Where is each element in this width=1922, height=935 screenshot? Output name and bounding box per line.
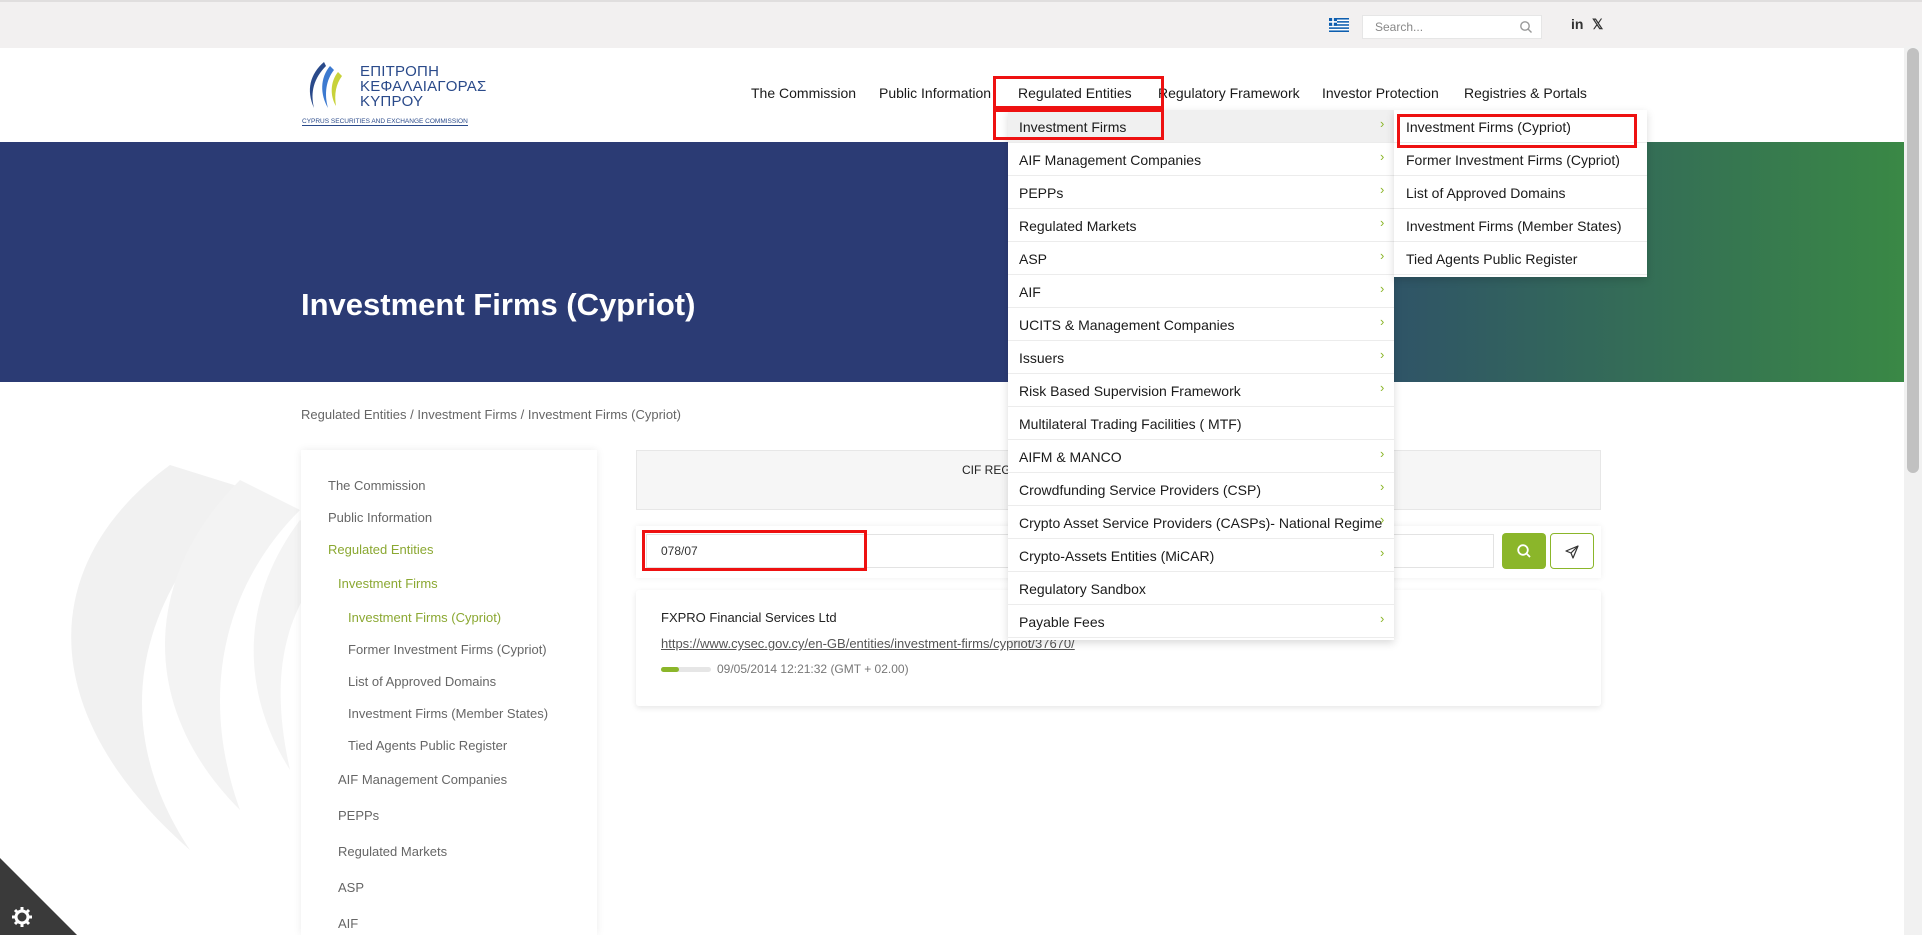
sidebar-item-the-commission[interactable]: The Commission [328, 478, 426, 493]
sidebar-nav: The Commission Public Information Regula… [301, 450, 597, 935]
dropdown-item-risk-based-supervision[interactable]: Risk Based Supervision Framework › [1008, 374, 1394, 407]
cookie-settings-gear-icon[interactable] [0, 858, 77, 935]
breadcrumb[interactable]: Regulated Entities / Investment Firms / … [301, 407, 681, 422]
dropdown-item-payable-fees[interactable]: Payable Fees › [1008, 605, 1394, 638]
send-button[interactable] [1550, 533, 1594, 569]
dropdown-item-asp[interactable]: ASP › [1008, 242, 1394, 275]
submenu-item-member-states[interactable]: Investment Firms (Member States) [1394, 209, 1647, 242]
greek-flag-icon[interactable] [1329, 18, 1349, 32]
submenu-item-investment-firms-cypriot[interactable]: Investment Firms (Cypriot) [1394, 110, 1647, 143]
dropdown-item-ucits[interactable]: UCITS & Management Companies › [1008, 308, 1394, 341]
chevron-right-icon: › [1380, 281, 1385, 296]
dropdown-item-casps[interactable]: Crypto Asset Service Providers (CASPs)- … [1008, 506, 1394, 539]
relevance-bar-fill [661, 667, 679, 672]
top-utility-bar: in 𝕏 [0, 0, 1922, 48]
dropdown-item-micar[interactable]: Crypto-Assets Entities (MiCAR) › [1008, 539, 1394, 572]
chevron-right-icon: › [1380, 512, 1385, 527]
result-date: 09/05/2014 12:21:32 (GMT + 02.00) [717, 662, 909, 676]
sidebar-item-aif[interactable]: AIF [338, 916, 358, 931]
search-icon [1517, 544, 1531, 558]
top-search-box [1362, 15, 1542, 39]
x-twitter-icon[interactable]: 𝕏 [1592, 16, 1603, 33]
chevron-right-icon: › [1380, 116, 1385, 131]
chevron-right-icon: › [1380, 347, 1385, 362]
search-icon[interactable] [1519, 20, 1533, 34]
submenu-item-tied-agents[interactable]: Tied Agents Public Register [1394, 242, 1647, 275]
regulated-entities-dropdown: Investment Firms › AIF Management Compani… [1008, 110, 1394, 640]
dropdown-item-aif[interactable]: AIF › [1008, 275, 1394, 308]
logo-subtitle: CYPRUS SECURITIES AND EXCHANGE COMMISSIO… [302, 118, 468, 126]
dropdown-item-crowdfunding[interactable]: Crowdfunding Service Providers (CSP) › [1008, 473, 1394, 506]
sidebar-item-member-states[interactable]: Investment Firms (Member States) [348, 706, 548, 721]
top-search-input[interactable] [1363, 16, 1525, 38]
chevron-right-icon: › [1380, 380, 1385, 395]
nav-regulated-entities[interactable]: Regulated Entities [1018, 85, 1132, 101]
sidebar-item-former-investment-firms[interactable]: Former Investment Firms (Cypriot) [348, 642, 547, 657]
page-scrollbar[interactable] [1904, 46, 1922, 935]
dropdown-item-mtf[interactable]: Multilateral Trading Facilities ( MTF) [1008, 407, 1394, 440]
sidebar-item-approved-domains[interactable]: List of Approved Domains [348, 674, 496, 689]
nav-public-information[interactable]: Public Information [879, 85, 991, 101]
result-title[interactable]: FXPRO Financial Services Ltd [661, 610, 837, 625]
dropdown-item-issuers[interactable]: Issuers › [1008, 341, 1394, 374]
sidebar-item-pepps[interactable]: PEPPs [338, 808, 379, 823]
chevron-right-icon: › [1380, 479, 1385, 494]
sidebar-item-aif-management[interactable]: AIF Management Companies [338, 772, 507, 787]
dropdown-item-regulatory-sandbox[interactable]: Regulatory Sandbox [1008, 572, 1394, 605]
scrollbar-thumb[interactable] [1907, 48, 1919, 473]
logo-wordmark: ΕΠΙΤΡΟΠΗ ΚΕΦΑΛΑΙΑΓΟΡΑΣ ΚΥΠΡΟΥ [360, 63, 487, 110]
dropdown-item-regulated-markets[interactable]: Regulated Markets › [1008, 209, 1394, 242]
submenu-item-approved-domains[interactable]: List of Approved Domains [1394, 176, 1647, 209]
linkedin-icon[interactable]: in [1571, 16, 1583, 32]
sidebar-item-regulated-markets[interactable]: Regulated Markets [338, 844, 447, 859]
paper-plane-icon [1565, 545, 1579, 559]
investment-firms-submenu: Investment Firms (Cypriot) Former Invest… [1394, 110, 1647, 277]
chevron-right-icon: › [1380, 182, 1385, 197]
logo-mark-icon [309, 62, 342, 108]
dropdown-item-aif-management[interactable]: AIF Management Companies › [1008, 143, 1394, 176]
dropdown-item-pepps[interactable]: PEPPs › [1008, 176, 1394, 209]
chevron-right-icon: › [1380, 611, 1385, 626]
chevron-right-icon: › [1380, 314, 1385, 329]
cif-register-label: CIF REG [962, 463, 1011, 477]
sidebar-item-investment-firms[interactable]: Investment Firms [338, 576, 438, 591]
nav-the-commission[interactable]: The Commission [751, 85, 856, 101]
dropdown-item-aifm-manco[interactable]: AIFM & MANCO › [1008, 440, 1394, 473]
nav-regulatory-framework[interactable]: Regulatory Framework [1158, 85, 1300, 101]
search-button[interactable] [1502, 533, 1546, 569]
chevron-right-icon: › [1380, 248, 1385, 263]
nav-investor-protection[interactable]: Investor Protection [1322, 85, 1439, 101]
dropdown-item-investment-firms[interactable]: Investment Firms › [1008, 110, 1394, 143]
sidebar-item-public-information[interactable]: Public Information [328, 510, 432, 525]
page-title: Investment Firms (Cypriot) [301, 287, 696, 322]
nav-registries-portals[interactable]: Registries & Portals [1464, 85, 1587, 101]
chevron-right-icon: › [1380, 446, 1385, 461]
submenu-item-former-investment-firms[interactable]: Former Investment Firms (Cypriot) [1394, 143, 1647, 176]
chevron-right-icon: › [1380, 215, 1385, 230]
sidebar-item-regulated-entities[interactable]: Regulated Entities [328, 542, 434, 557]
sidebar-item-tied-agents[interactable]: Tied Agents Public Register [348, 738, 507, 753]
sidebar-item-asp[interactable]: ASP [338, 880, 364, 895]
relevance-bar [661, 667, 711, 672]
sidebar-item-investment-firms-cypriot[interactable]: Investment Firms (Cypriot) [348, 610, 501, 625]
chevron-right-icon: › [1380, 149, 1385, 164]
cysec-logo[interactable]: ΕΠΙΤΡΟΠΗ ΚΕΦΑΛΑΙΑΓΟΡΑΣ ΚΥΠΡΟΥ CYPRUS SEC… [300, 60, 495, 130]
chevron-right-icon: › [1380, 545, 1385, 560]
